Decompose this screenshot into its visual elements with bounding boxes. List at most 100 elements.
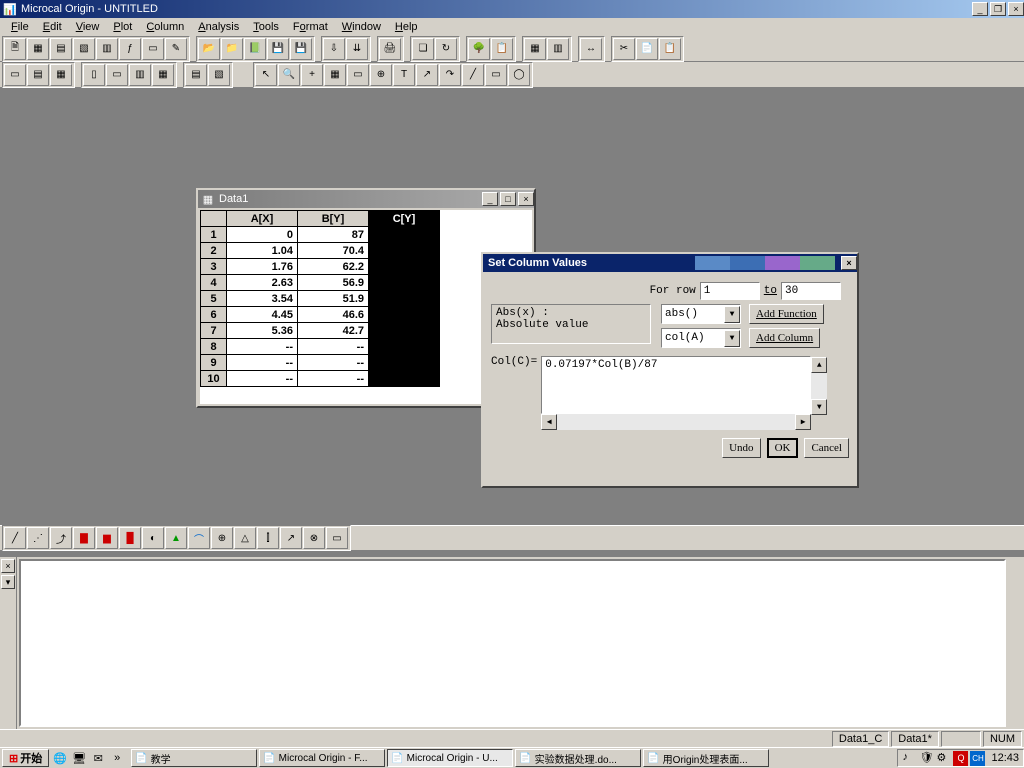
taskbar-task[interactable]: 📄教学 <box>131 749 257 767</box>
outlook-icon[interactable]: ✉ <box>89 749 107 767</box>
cell[interactable]: 51.9 <box>298 291 369 307</box>
cell[interactable]: -- <box>298 339 369 355</box>
ok-button[interactable]: OK <box>767 438 799 458</box>
cell[interactable] <box>369 259 440 275</box>
zoom-tool[interactable]: 🔍 <box>278 64 300 86</box>
menu-tools[interactable]: Tools <box>246 20 286 34</box>
tray-icon-4[interactable]: Q <box>953 751 968 766</box>
cell[interactable]: 1.76 <box>227 259 298 275</box>
cell[interactable] <box>369 355 440 371</box>
cell[interactable] <box>369 227 440 243</box>
cell[interactable]: 70.4 <box>298 243 369 259</box>
cell[interactable]: -- <box>298 355 369 371</box>
scatter-plot-button[interactable]: ⋰ <box>27 527 49 549</box>
results-log-button[interactable]: 📋 <box>491 38 513 60</box>
row-header[interactable]: 8 <box>201 339 227 355</box>
data-reader-tool[interactable]: ⊕ <box>370 64 392 86</box>
pointer-tool[interactable]: ↖ <box>255 64 277 86</box>
data-window-titlebar[interactable]: ▦ Data1 _ □ × <box>198 190 534 208</box>
menu-view[interactable]: View <box>69 20 107 34</box>
layout-button-3[interactable]: ▥ <box>129 64 151 86</box>
cell[interactable]: -- <box>298 371 369 387</box>
ole-button[interactable]: ▦ <box>524 38 546 60</box>
area-plot-button[interactable]: ▲ <box>165 527 187 549</box>
cell[interactable]: 1.04 <box>227 243 298 259</box>
restore-button[interactable]: ❐ <box>990 2 1006 16</box>
layout-button-4[interactable]: ▦ <box>152 64 174 86</box>
layout-button-2[interactable]: ▭ <box>106 64 128 86</box>
cell[interactable]: 2.63 <box>227 275 298 291</box>
results-log-content[interactable] <box>19 559 1006 727</box>
new-layout-button[interactable]: ▭ <box>142 38 164 60</box>
stack-bar-button[interactable]: █ <box>119 527 141 549</box>
text-tool[interactable]: T <box>393 64 415 86</box>
start-button[interactable]: ⊞ 开始 <box>2 749 49 767</box>
dialog-titlebar[interactable]: Set Column Values × <box>483 254 857 272</box>
child-minimize-button[interactable]: _ <box>482 192 498 206</box>
copy-button[interactable]: 📄 <box>636 38 658 60</box>
close-button[interactable]: × <box>1008 2 1024 16</box>
project-explorer-button[interactable]: 🌳 <box>468 38 490 60</box>
results-vscroll[interactable] <box>1008 557 1024 729</box>
cell[interactable]: 42.7 <box>298 323 369 339</box>
cell[interactable]: -- <box>227 339 298 355</box>
arrow-tool[interactable]: ↗ <box>416 64 438 86</box>
curved-arrow-tool[interactable]: ↷ <box>439 64 461 86</box>
new-matrix-button[interactable]: ▥ <box>96 38 118 60</box>
row-header[interactable]: 5 <box>201 291 227 307</box>
cell[interactable]: 87 <box>298 227 369 243</box>
col-header-b[interactable]: B[Y] <box>298 211 369 227</box>
new-excel-button[interactable]: ▤ <box>50 38 72 60</box>
tray-icon-2[interactable]: 🛡 <box>919 751 934 766</box>
open-template-button[interactable]: 📁 <box>221 38 243 60</box>
circle-tool[interactable]: ◯ <box>508 64 530 86</box>
template-plot-button[interactable]: ▭ <box>326 527 348 549</box>
cell[interactable]: -- <box>227 371 298 387</box>
layout-button-1[interactable]: ▯ <box>83 64 105 86</box>
scroll-up-icon[interactable]: ▲ <box>811 357 827 373</box>
screen-reader-tool[interactable]: ▦ <box>324 64 346 86</box>
cell[interactable]: 5.36 <box>227 323 298 339</box>
row-header[interactable]: 6 <box>201 307 227 323</box>
cut-button[interactable]: ✂ <box>613 38 635 60</box>
fill-area-button[interactable]: ⌒ <box>188 527 210 549</box>
tray-icon-1[interactable]: ♪ <box>902 751 917 766</box>
ime-icon[interactable]: CH <box>970 751 985 766</box>
cell[interactable] <box>369 339 440 355</box>
taskbar-task[interactable]: 📄实验数据处理.do... <box>515 749 641 767</box>
row-header[interactable]: 9 <box>201 355 227 371</box>
menu-file[interactable]: File <box>4 20 36 34</box>
cell[interactable]: 56.9 <box>298 275 369 291</box>
clock[interactable]: 12:43 <box>991 752 1019 764</box>
row-header[interactable]: 10 <box>201 371 227 387</box>
new-function-button[interactable]: ƒ <box>119 38 141 60</box>
vector-plot-button[interactable]: ↗ <box>280 527 302 549</box>
paste-button[interactable]: 📋 <box>659 38 681 60</box>
to-row-input[interactable] <box>781 282 841 300</box>
rescale-button[interactable]: ↔ <box>580 38 602 60</box>
save-button[interactable]: 💾 <box>267 38 289 60</box>
menu-column[interactable]: Column <box>139 20 191 34</box>
cell[interactable] <box>369 371 440 387</box>
taskbar-task[interactable]: 📄用Origin处理表面... <box>643 749 769 767</box>
row-header[interactable]: 4 <box>201 275 227 291</box>
cell[interactable] <box>369 243 440 259</box>
add-column-button[interactable]: Add Column <box>749 328 820 348</box>
pie-plot-button[interactable]: ◐ <box>142 527 164 549</box>
duplicate-button[interactable]: ❏ <box>412 38 434 60</box>
print-button[interactable]: 🖨 <box>379 38 401 60</box>
child-maximize-button[interactable]: □ <box>500 192 516 206</box>
new-notes-button[interactable]: ✎ <box>165 38 187 60</box>
cell[interactable] <box>369 291 440 307</box>
col-header-a[interactable]: A[X] <box>227 211 298 227</box>
dialog-close-button[interactable]: × <box>841 256 857 270</box>
desktop-icon[interactable]: 🖥 <box>70 749 88 767</box>
column-select[interactable]: col(A)▼ <box>661 328 741 348</box>
formula-hscroll[interactable]: ◀ ▶ <box>541 414 811 430</box>
add-column-button[interactable]: ▥ <box>547 38 569 60</box>
layout-button-5[interactable]: ▤ <box>185 64 207 86</box>
scroll-right-icon[interactable]: ▶ <box>795 414 811 430</box>
pane-pin-button[interactable]: ▾ <box>1 575 15 589</box>
smith-plot-button[interactable]: ⊗ <box>303 527 325 549</box>
ie-icon[interactable]: 🌐 <box>51 749 69 767</box>
